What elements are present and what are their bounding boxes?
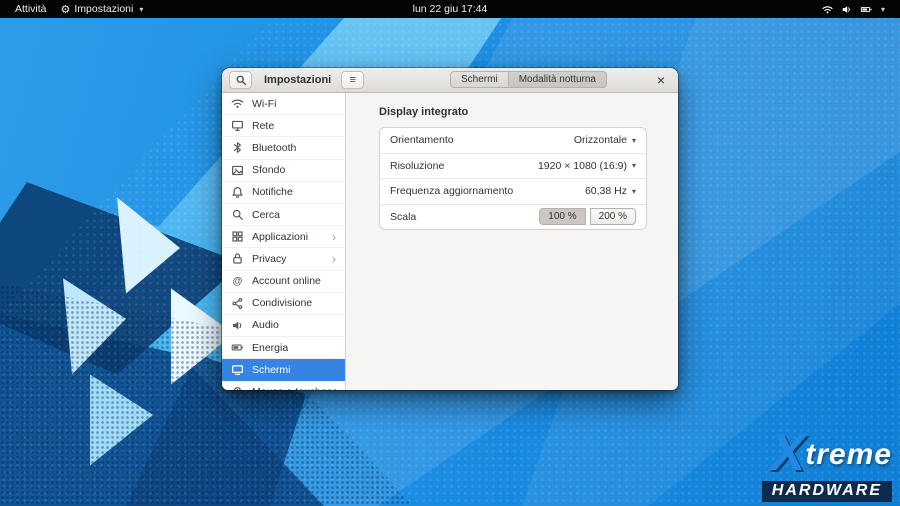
- search-button[interactable]: [229, 71, 252, 89]
- scale-segmented-control: 100 % 200 %: [539, 208, 636, 225]
- orientamento-dropdown[interactable]: Orizzontale ▾: [574, 134, 636, 146]
- headerbar: Impostazioni ≡ Schermi Modalità notturna…: [222, 68, 678, 93]
- frequenza-dropdown[interactable]: 60,38 Hz ▾: [585, 185, 636, 197]
- speaker-icon: [231, 319, 244, 332]
- sidebar-item-audio[interactable]: Audio: [222, 315, 345, 337]
- scale-100-button[interactable]: 100 %: [539, 208, 585, 225]
- panel-content: Display integrato Orientamento Orizzonta…: [346, 93, 678, 390]
- apps-grid-icon: [231, 230, 244, 243]
- share-icon: [231, 297, 244, 310]
- sidebar-item-sfondo[interactable]: Sfondo: [222, 160, 345, 182]
- sidebar-item-privacy[interactable]: Privacy ›: [222, 248, 345, 270]
- activities-button[interactable]: Attività: [8, 0, 54, 18]
- display-settings-card: Orientamento Orizzontale ▾ Risoluzione 1…: [379, 127, 647, 230]
- sidebar-item-condivisione[interactable]: Condivisione: [222, 293, 345, 315]
- mouse-icon: [231, 386, 244, 390]
- at-icon: @: [231, 276, 244, 287]
- gnome-top-bar: Attività ⚙ Impostazioni ▾ lun 22 giu 17:…: [0, 0, 900, 18]
- gear-icon: ⚙: [61, 3, 71, 16]
- tab-schermi[interactable]: Schermi: [450, 71, 509, 88]
- logo-treme: treme: [805, 438, 892, 471]
- row-scala: Scala 100 % 200 %: [380, 205, 646, 230]
- network-icon: [231, 119, 244, 132]
- display-icon: [231, 363, 244, 376]
- battery-icon: [231, 341, 244, 354]
- hamburger-icon: ≡: [350, 74, 356, 86]
- chevron-down-icon: ▾: [881, 5, 885, 14]
- volume-icon: [841, 4, 852, 15]
- scale-200-button[interactable]: 200 %: [590, 208, 636, 225]
- row-frequenza[interactable]: Frequenza aggiornamento 60,38 Hz ▾: [380, 179, 646, 205]
- lock-icon: [231, 252, 244, 265]
- desktop: Xtreme HARDWARE Attività ⚙ Impostazioni …: [0, 0, 900, 506]
- bell-icon: [231, 186, 244, 199]
- chevron-right-icon: ›: [332, 231, 336, 243]
- search-icon: [235, 74, 247, 86]
- sidebar-item-rete[interactable]: Rete: [222, 115, 345, 137]
- settings-window: Impostazioni ≡ Schermi Modalità notturna…: [222, 68, 678, 390]
- window-title: Impostazioni: [264, 74, 331, 86]
- sidebar-item-applicazioni[interactable]: Applicazioni ›: [222, 226, 345, 248]
- view-switcher: Schermi Modalità notturna: [450, 71, 607, 88]
- tab-modalita-notturna[interactable]: Modalità notturna: [508, 71, 607, 88]
- clock-button[interactable]: lun 22 giu 17:44: [406, 0, 495, 18]
- sidebar-item-wifi[interactable]: Wi-Fi: [222, 93, 345, 115]
- sidebar-item-account-online[interactable]: @ Account online: [222, 271, 345, 293]
- chevron-down-icon: ▾: [632, 187, 636, 196]
- sidebar-item-schermi[interactable]: Schermi: [222, 359, 345, 381]
- chevron-right-icon: ›: [332, 253, 336, 265]
- xtremehardware-logo: Xtreme HARDWARE: [762, 427, 892, 502]
- row-risoluzione[interactable]: Risoluzione 1920 × 1080 (16:9) ▾: [380, 154, 646, 180]
- system-menu-button[interactable]: ▾: [813, 0, 892, 18]
- sidebar-item-notifiche[interactable]: Notifiche: [222, 182, 345, 204]
- window-body: Wi-Fi Rete Bluetooth Sfondo Notifiche: [222, 93, 678, 390]
- logo-xtreme: Xtreme: [762, 427, 892, 479]
- chevron-down-icon: ▾: [139, 5, 143, 14]
- background-icon: [231, 164, 244, 177]
- chevron-down-icon: ▾: [632, 136, 636, 145]
- risoluzione-dropdown[interactable]: 1920 × 1080 (16:9) ▾: [538, 160, 636, 172]
- settings-sidebar: Wi-Fi Rete Bluetooth Sfondo Notifiche: [222, 93, 346, 390]
- app-menu-label: Impostazioni: [74, 3, 133, 15]
- search-icon: [231, 208, 244, 221]
- app-menu-button[interactable]: ⚙ Impostazioni ▾: [54, 0, 151, 18]
- sidebar-item-bluetooth[interactable]: Bluetooth: [222, 137, 345, 159]
- section-title: Display integrato: [379, 106, 678, 118]
- sidebar-item-mouse-touchpad[interactable]: Mouse e touchpad: [222, 381, 345, 390]
- network-icon: [822, 4, 833, 15]
- sidebar-item-energia[interactable]: Energia: [222, 337, 345, 359]
- battery-icon: [860, 4, 873, 15]
- sidebar-item-cerca[interactable]: Cerca: [222, 204, 345, 226]
- wifi-icon: [231, 97, 244, 110]
- logo-hardware: HARDWARE: [762, 481, 892, 502]
- close-button[interactable]: ×: [651, 70, 671, 90]
- bluetooth-icon: [231, 141, 244, 154]
- primary-menu-button[interactable]: ≡: [341, 71, 364, 89]
- row-orientamento[interactable]: Orientamento Orizzontale ▾: [380, 128, 646, 154]
- logo-x: X: [771, 424, 806, 482]
- chevron-down-icon: ▾: [632, 161, 636, 170]
